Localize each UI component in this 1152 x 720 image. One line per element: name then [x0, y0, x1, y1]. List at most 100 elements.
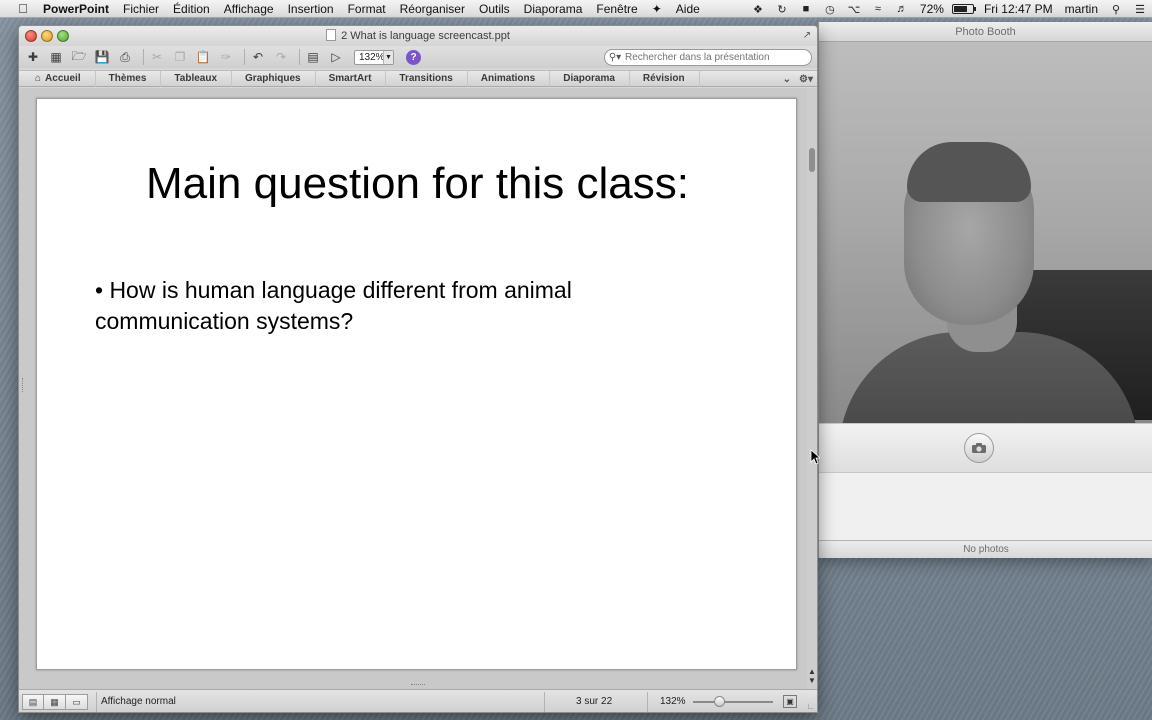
- resize-grip-icon[interactable]: ∟: [806, 701, 815, 711]
- photo-booth-title: Photo Booth: [819, 22, 1152, 42]
- menu-bar:  PowerPoint Fichier Édition Affichage I…: [0, 0, 1152, 18]
- battery-icon[interactable]: [951, 4, 976, 14]
- tab-animations[interactable]: Animations: [468, 70, 551, 87]
- standard-toolbar: ✚ ▦ 🗁 💾 ⎙ ✂ ❐ 📋 ✑ ↶ ↷ ▤ ▷ 132% ▼ ? ⚲▾: [19, 46, 817, 68]
- save-icon[interactable]: 💾: [93, 48, 111, 66]
- toolbar-divider: [299, 49, 300, 65]
- person-hair: [907, 142, 1031, 202]
- menu-outils[interactable]: Outils: [472, 2, 517, 16]
- ribbon-tabs: ⌂ Accueil Thèmes Tableaux Graphiques Smar…: [19, 70, 817, 87]
- pane-splitter-handle[interactable]: [22, 378, 25, 392]
- close-button[interactable]: [25, 30, 37, 42]
- print-icon[interactable]: ⎙: [116, 48, 134, 66]
- battery-level: [953, 6, 967, 12]
- battery-percent[interactable]: 72%: [920, 2, 944, 16]
- menu-fenetre[interactable]: Fenêtre: [589, 2, 644, 16]
- copy-icon[interactable]: ❐: [171, 48, 189, 66]
- menu-fichier[interactable]: Fichier: [116, 2, 166, 16]
- chevron-down-icon: ▼: [383, 50, 393, 64]
- notification-center-icon[interactable]: ☰: [1133, 3, 1147, 16]
- time-machine-icon[interactable]: ◷: [823, 3, 837, 16]
- search-icon: ⚲▾: [608, 52, 622, 63]
- apple-menu-icon[interactable]: : [12, 1, 34, 16]
- window-controls: [25, 30, 69, 42]
- wifi-icon[interactable]: ≈: [871, 3, 885, 16]
- toolbar-divider: [143, 49, 144, 65]
- photo-booth-status: No photos: [819, 540, 1152, 558]
- gallery-icon[interactable]: ▦: [47, 48, 65, 66]
- zoom-select[interactable]: 132% ▼: [354, 49, 394, 65]
- minimize-button[interactable]: [41, 30, 53, 42]
- menu-diaporama[interactable]: Diaporama: [517, 2, 590, 16]
- scroll-arrows-icon[interactable]: ▲ ▼: [808, 667, 816, 685]
- tab-smartart[interactable]: SmartArt: [316, 70, 387, 87]
- camera-preview: [819, 42, 1152, 423]
- take-photo-button[interactable]: [964, 433, 994, 463]
- cut-icon[interactable]: ✂: [148, 48, 166, 66]
- slide-title[interactable]: Main question for this class:: [37, 159, 798, 209]
- user-menu[interactable]: martin: [1065, 2, 1098, 16]
- volume-icon[interactable]: ♬: [895, 3, 909, 16]
- menu-edition[interactable]: Édition: [166, 2, 217, 16]
- menu-insertion[interactable]: Insertion: [281, 2, 341, 16]
- redo-icon[interactable]: ↷: [272, 48, 290, 66]
- ribbon-options: ⌄ ⚙▾: [783, 71, 813, 87]
- ribbon-settings-icon[interactable]: ⚙▾: [799, 74, 813, 85]
- dropbox-icon[interactable]: ❖: [751, 3, 765, 16]
- app-menu[interactable]: PowerPoint: [43, 2, 109, 16]
- script-menu-icon[interactable]: ✦: [645, 2, 669, 16]
- vertical-scrollbar[interactable]: ▲ ▼: [807, 88, 817, 689]
- tab-graphiques[interactable]: Graphiques: [232, 70, 316, 87]
- zoom-slider-knob[interactable]: [714, 696, 725, 707]
- open-folder-icon[interactable]: 🗁: [70, 48, 88, 66]
- tab-tableaux[interactable]: Tableaux: [161, 70, 233, 87]
- photo-strip: [819, 473, 1152, 540]
- slideshow-view-icon[interactable]: ▭: [66, 694, 88, 710]
- ribbon-collapse-icon[interactable]: ⌄: [783, 74, 791, 85]
- slide-bullet-text[interactable]: • How is human language different from a…: [95, 275, 695, 337]
- powerpoint-window: 2 What is language screencast.ppt ↗ ✚ ▦ …: [18, 25, 818, 713]
- format-painter-icon[interactable]: ✑: [217, 48, 235, 66]
- menu-aide[interactable]: Aide: [669, 2, 707, 16]
- clock[interactable]: Fri 12:47 PM: [984, 2, 1053, 16]
- bluetooth-icon[interactable]: ⌥: [847, 3, 861, 16]
- slide-workspace: Main question for this class: • How is h…: [19, 88, 817, 689]
- zoom-slider[interactable]: [693, 701, 773, 703]
- new-presentation-icon[interactable]: ✚: [24, 48, 42, 66]
- slide-sorter-icon[interactable]: ▤: [304, 48, 322, 66]
- help-icon[interactable]: ?: [406, 49, 421, 65]
- menu-format[interactable]: Format: [341, 2, 393, 16]
- status-divider: [96, 692, 97, 712]
- tab-transitions[interactable]: Transitions: [386, 70, 468, 87]
- status-bar: ▤ ▦ ▭ Affichage normal 3 sur 22 132% ▣ ∟: [19, 689, 817, 712]
- status-divider: [544, 692, 545, 712]
- home-icon: ⌂: [35, 72, 42, 84]
- tab-label: Accueil: [45, 72, 81, 84]
- menu-affichage[interactable]: Affichage: [217, 2, 281, 16]
- normal-view-icon[interactable]: ▤: [22, 694, 44, 710]
- tab-themes[interactable]: Thèmes: [96, 70, 162, 87]
- slide-canvas[interactable]: Main question for this class: • How is h…: [36, 98, 797, 670]
- slide-sorter-view-icon[interactable]: ▦: [44, 694, 66, 710]
- zoom-button[interactable]: [57, 30, 69, 42]
- tab-diaporama[interactable]: Diaporama: [550, 70, 630, 87]
- notes-splitter-handle[interactable]: [411, 684, 425, 687]
- view-buttons: ▤ ▦ ▭: [22, 694, 88, 710]
- fullscreen-icon[interactable]: ↗: [801, 30, 813, 42]
- scrollbar-thumb[interactable]: [809, 148, 815, 172]
- menu-reorganiser[interactable]: Réorganiser: [393, 2, 472, 16]
- toolbar-divider: [244, 49, 245, 65]
- shield-icon[interactable]: ■: [799, 3, 813, 16]
- fit-to-window-icon[interactable]: ▣: [783, 695, 797, 708]
- search-field[interactable]: ⚲▾: [604, 49, 812, 66]
- undo-icon[interactable]: ↶: [249, 48, 267, 66]
- search-input[interactable]: [625, 52, 805, 63]
- spotlight-search-icon[interactable]: ⚲: [1109, 3, 1123, 16]
- slideshow-icon[interactable]: ▷: [327, 48, 345, 66]
- tab-accueil[interactable]: ⌂ Accueil: [19, 70, 96, 87]
- paste-icon[interactable]: 📋: [194, 48, 212, 66]
- window-titlebar: 2 What is language screencast.ppt ↗: [19, 26, 817, 46]
- zoom-value: 132%: [359, 51, 385, 63]
- tab-revision[interactable]: Révision: [630, 70, 700, 87]
- sync-icon[interactable]: ↻: [775, 3, 789, 16]
